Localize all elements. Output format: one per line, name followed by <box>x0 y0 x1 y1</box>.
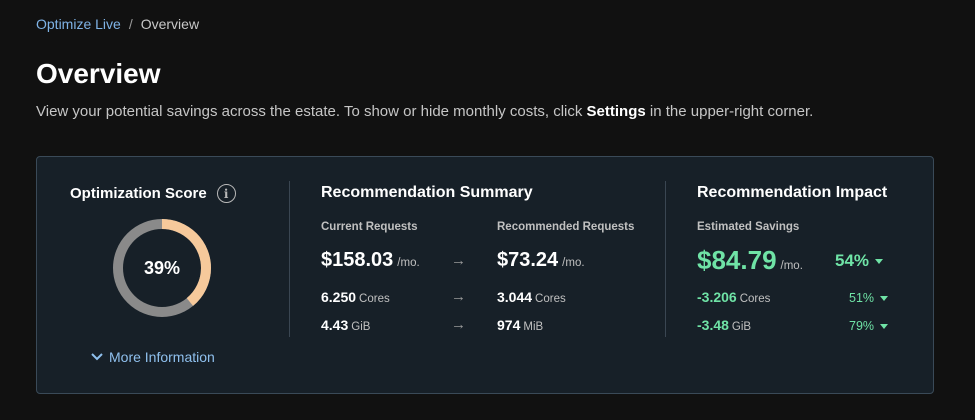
cores-savings-percent: 51% <box>849 291 889 305</box>
breadcrumb-separator: / <box>128 16 133 32</box>
cores-savings-unit: Cores <box>739 293 771 305</box>
more-information-toggle[interactable]: More Information <box>91 349 215 365</box>
memory-savings: -3.48 GiB <box>697 317 751 333</box>
recommended-cost-unit: /mo. <box>562 257 585 269</box>
divider <box>665 181 666 337</box>
settings-emphasis: Settings <box>586 103 646 120</box>
info-icon[interactable]: i <box>216 184 236 203</box>
recommended-memory-unit: MiB <box>523 321 544 333</box>
cores-savings-percent-value: 51% <box>849 291 875 305</box>
triangle-down-icon <box>880 295 889 301</box>
savings-percent: 54% <box>835 251 884 271</box>
breadcrumb-optimize-live-link[interactable]: Optimize Live <box>36 16 121 32</box>
breadcrumb-current: Overview <box>140 16 200 32</box>
overview-card: Optimization Score i 39% More Informatio… <box>36 156 934 394</box>
estimated-savings-unit: /mo. <box>780 260 803 272</box>
recommendation-impact-title: Recommendation Impact <box>697 184 888 201</box>
recommended-cores-unit: Cores <box>535 293 566 305</box>
divider <box>289 181 290 337</box>
current-cores-value: 6.250 <box>321 289 357 305</box>
optimization-score-heading: Optimization Score i <box>70 184 236 203</box>
more-information-label: More Information <box>109 349 215 365</box>
recommended-cores: 3.044 Cores <box>497 289 566 305</box>
memory-savings-unit: GiB <box>731 321 752 333</box>
page-description-text-end: in the upper-right corner. <box>645 103 814 120</box>
recommended-cores-value: 3.044 <box>497 289 533 305</box>
current-cost: $158.03/mo. <box>321 249 420 272</box>
current-memory-unit: GiB <box>351 321 371 333</box>
savings-percent-value: 54% <box>835 251 870 270</box>
current-cost-unit: /mo. <box>397 257 420 269</box>
recommended-memory: 974 MiB <box>497 317 543 333</box>
arrow-right-icon: → <box>451 288 466 305</box>
triangle-down-icon <box>875 258 884 264</box>
breadcrumb: Optimize Live / Overview <box>36 16 199 32</box>
arrow-right-icon: → <box>451 316 466 333</box>
estimated-savings: $84.79/mo. <box>697 245 803 276</box>
recommended-requests-label: Recommended Requests <box>497 221 635 233</box>
current-memory-value: 4.43 <box>321 317 349 333</box>
current-cores-unit: Cores <box>359 293 390 305</box>
optimization-score-value: 39% <box>143 257 181 278</box>
page-title: Overview <box>36 58 161 89</box>
cores-savings: -3.206 Cores <box>697 289 770 305</box>
triangle-down-icon <box>880 323 889 329</box>
current-cores: 6.250 Cores <box>321 289 390 305</box>
estimated-savings-value: $84.79 <box>697 245 777 275</box>
optimization-score-title: Optimization Score <box>70 185 207 202</box>
estimated-savings-label: Estimated Savings <box>697 221 800 233</box>
recommended-cost-value: $73.24 <box>497 249 559 271</box>
page-description-text: View your potential savings across the e… <box>36 103 587 120</box>
current-cost-value: $158.03 <box>321 249 394 271</box>
memory-savings-percent-value: 79% <box>849 319 875 333</box>
memory-savings-percent: 79% <box>849 319 889 333</box>
memory-savings-value: -3.48 <box>697 317 729 333</box>
recommendation-summary-title: Recommendation Summary <box>321 184 533 201</box>
current-memory: 4.43 GiB <box>321 317 370 333</box>
chevron-down-icon <box>91 353 103 361</box>
recommendation-summary-panel: Recommendation Summary Current Requests … <box>321 157 661 395</box>
page-description: View your potential savings across the e… <box>36 103 813 120</box>
recommended-cost: $73.24/mo. <box>497 249 585 272</box>
recommended-memory-value: 974 <box>497 317 521 333</box>
optimization-score-panel: Optimization Score i 39% More Informatio… <box>37 157 287 395</box>
cores-savings-value: -3.206 <box>697 289 737 305</box>
recommendation-impact-panel: Recommendation Impact Estimated Savings … <box>697 157 935 395</box>
current-requests-label: Current Requests <box>321 221 418 233</box>
arrow-right-icon: → <box>451 252 466 269</box>
